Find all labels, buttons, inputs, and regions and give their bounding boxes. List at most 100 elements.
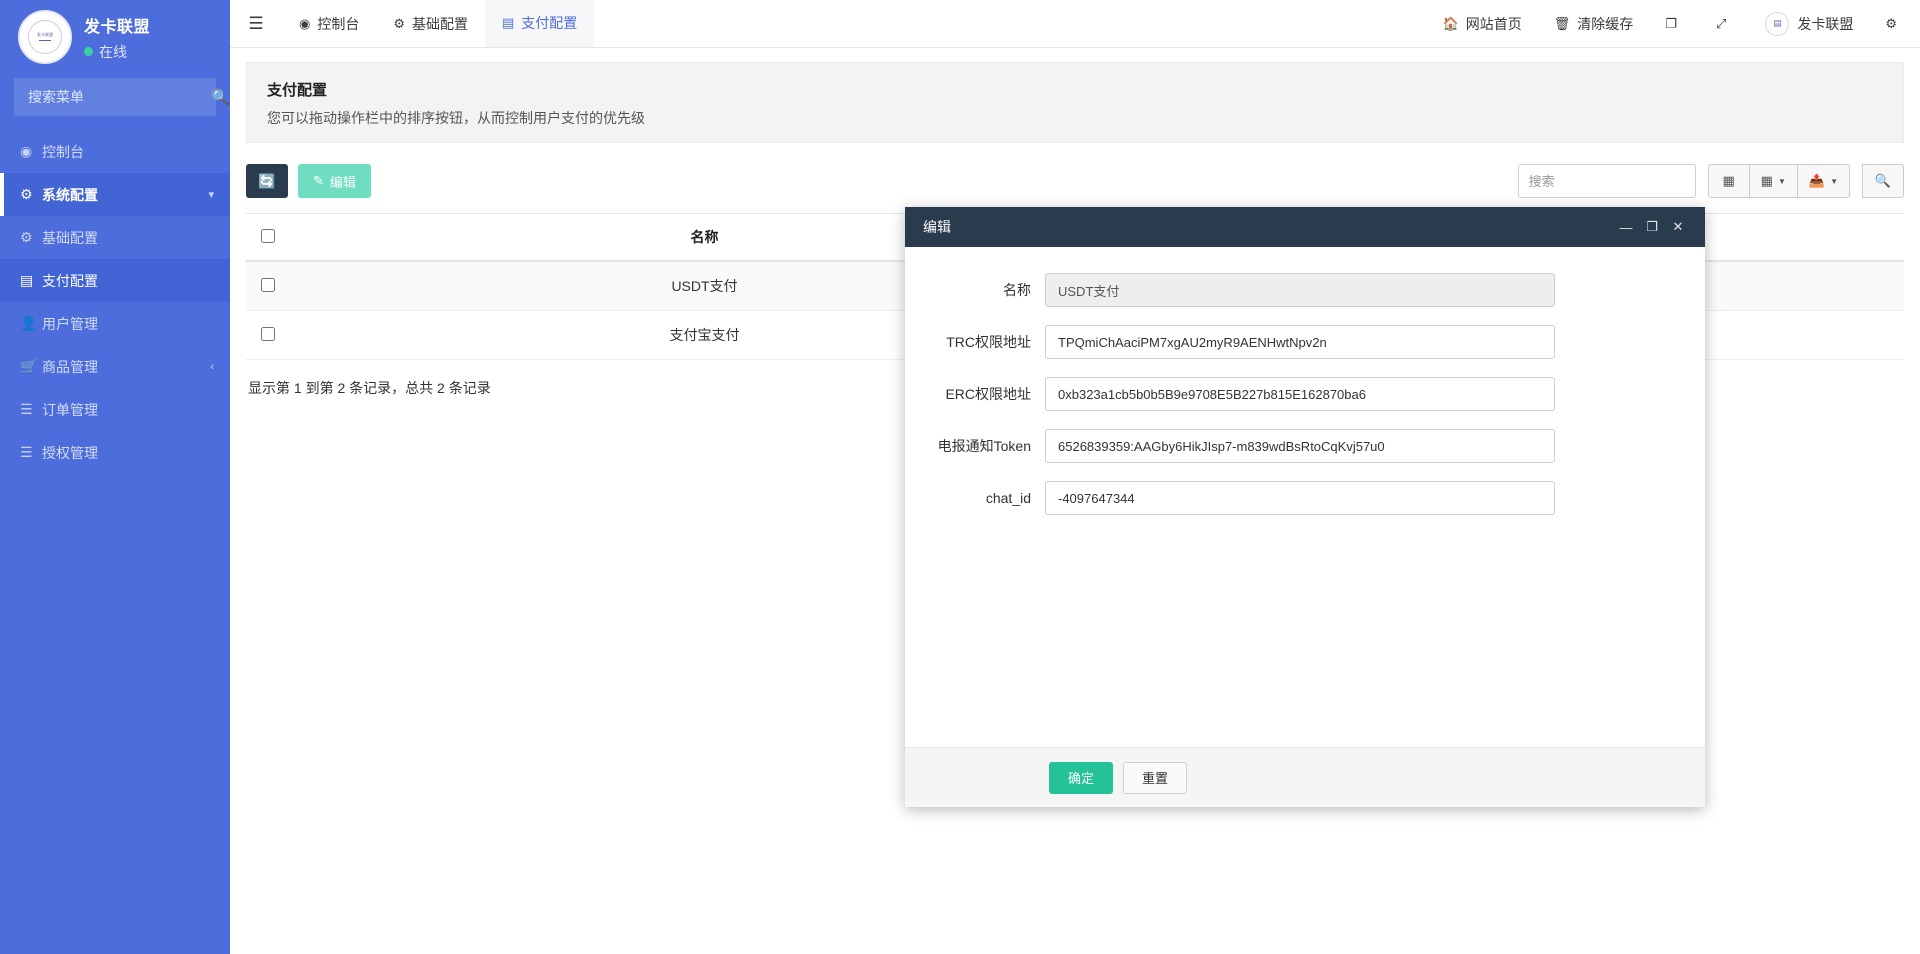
hamburger-icon[interactable]: ☰: [230, 0, 282, 47]
sidebar-item-label: 商品管理: [42, 358, 98, 375]
menu-search-input[interactable]: [26, 88, 211, 106]
tab-label: 支付配置: [521, 14, 578, 31]
form-label: chat_id: [985, 490, 1031, 506]
form-label: 名称: [1003, 282, 1031, 298]
close-icon[interactable]: ✕: [1665, 219, 1691, 235]
app-root: 发卡联盟 发卡联盟 在线 🔍 ◉ 控制台 ⚙ 系统配置 ▾ ⚙ 基础配置 ▤ 支付配置 👤用户管理…: [0, 0, 1920, 954]
chevron-down-icon: ▾: [208, 189, 214, 201]
topbar-action-4[interactable]: ▤ 发卡联盟: [1749, 0, 1869, 47]
page-subtitle: 您可以拖动操作栏中的排序按钮，从而控制用户支付的优先级: [267, 110, 645, 126]
dialog-titlebar[interactable]: 编辑 — ❐ ✕: [905, 207, 1705, 247]
pencil-icon: ✎: [313, 173, 324, 188]
payment-icon: ▤: [502, 14, 515, 30]
refresh-button[interactable]: 🔄: [246, 164, 288, 198]
sidebar-item-label: 订单管理: [42, 401, 98, 418]
dashboard-icon: ◉: [299, 15, 311, 31]
minimize-icon[interactable]: —: [1613, 220, 1639, 235]
edit-dialog: 编辑 — ❐ ✕ 名称 TRC权限地址 ERC权限地址电报通知Token chat_i…: [905, 207, 1705, 807]
topbar-action-3[interactable]: ⤢: [1700, 0, 1749, 47]
dialog-body: 名称 TRC权限地址 ERC权限地址电报通知Token chat_id: [905, 247, 1705, 747]
topbar-action-label: 清除缓存: [1577, 15, 1634, 32]
row-checkbox[interactable]: [261, 326, 275, 341]
topbar-action-label: 网站首页: [1465, 15, 1522, 32]
trash-icon: 🗑: [1553, 15, 1571, 31]
sidebar-item-6[interactable]: ☰ 订单管理: [0, 388, 230, 431]
search-icon: 🔍: [1874, 173, 1892, 188]
sidebar-item-7[interactable]: ☰ 授权管理: [0, 431, 230, 474]
user-icon: 👤: [20, 315, 38, 331]
sidebar-item-4[interactable]: 👤 用户管理: [0, 302, 230, 345]
topbar-action-1[interactable]: 🗑 清除缓存: [1538, 0, 1650, 47]
select-all-header: [246, 213, 290, 262]
search-icon: 🔍: [211, 89, 230, 106]
payment-icon: ▤: [20, 272, 34, 288]
sidebar-item-label: 用户管理: [42, 315, 98, 332]
tab-label: 控制台: [317, 15, 360, 32]
tab-1[interactable]: ⚙ 基础配置: [376, 0, 485, 47]
sidebar-item-0[interactable]: ◉ 控制台: [0, 130, 230, 173]
brand-logo-icon: 发卡联盟: [18, 10, 72, 64]
brand-logo-text: 发卡联盟: [37, 32, 53, 38]
gear-icon: ⚙: [20, 229, 33, 245]
select-all-checkbox[interactable]: [261, 228, 275, 243]
confirm-button[interactable]: 确定: [1049, 761, 1114, 794]
topbar-action-2[interactable]: ❐: [1649, 0, 1700, 47]
table-toolbar: 🔄 ✎ 编辑 ▦ ▦▼: [246, 161, 1904, 201]
sidebar-item-3[interactable]: ▤ 支付配置: [0, 259, 230, 302]
sidebar-item-label: 控制台: [42, 143, 84, 160]
export-icon: 📤: [1808, 173, 1826, 188]
field-1-input[interactable]: [1045, 325, 1555, 359]
brand: 发卡联盟 发卡联盟 在线: [0, 0, 230, 72]
form-label: 电报通知Token: [937, 438, 1031, 454]
topbar-action-label: 发卡联盟: [1797, 15, 1854, 32]
field-0-input: [1045, 273, 1555, 307]
topbar-action-0[interactable]: 🏠 网站首页: [1427, 0, 1538, 47]
export-icon-button[interactable]: 📤 ▼: [1796, 164, 1850, 198]
edit-button-label: 编辑: [329, 174, 356, 190]
row-select-cell: [246, 261, 290, 311]
sidebar-item-2[interactable]: ⚙ 基础配置: [0, 216, 230, 259]
toolbar-right: ▦ ▦▼ 📤▼ 🔍: [1517, 164, 1904, 198]
search-input[interactable]: [1517, 164, 1696, 198]
gear-icon: ⚙: [20, 186, 33, 202]
row-checkbox[interactable]: [261, 277, 275, 292]
columns-icon: ▦: [1722, 173, 1735, 188]
form-label: TRC权限地址: [946, 334, 1031, 350]
tab-2[interactable]: ▤ 支付配置: [485, 0, 595, 47]
edit-button[interactable]: ✎ 编辑: [298, 164, 371, 198]
dialog-title: 编辑: [923, 219, 951, 235]
field-2-input[interactable]: [1045, 377, 1555, 411]
tab-label: 基础配置: [412, 15, 468, 32]
maximize-icon[interactable]: ❐: [1639, 219, 1665, 235]
form-row: 电报通知Token: [915, 429, 1675, 463]
sidebar: 发卡联盟 发卡联盟 在线 🔍 ◉ 控制台 ⚙ 系统配置 ▾ ⚙ 基础配置 ▤ 支付配置 👤用户管理…: [0, 0, 230, 954]
chevron-down-icon: ▼: [1777, 176, 1786, 186]
grid-icon-button[interactable]: ▦ ▼: [1748, 164, 1798, 198]
dialog-footer: 确定 重置: [905, 747, 1705, 807]
brand-name: 发卡联盟: [84, 18, 151, 36]
columns-icon-button[interactable]: ▦: [1707, 164, 1750, 198]
refresh-icon: 🔄: [258, 172, 276, 189]
list-icon: ☰: [20, 401, 33, 417]
list-icon: ☰: [20, 444, 33, 460]
gear-icon: ⚙: [393, 15, 405, 31]
sidebar-item-label: 系统配置: [42, 186, 98, 203]
topbar-action-5[interactable]: ⚙: [1869, 0, 1920, 47]
sidebar-item-1[interactable]: ⚙ 系统配置 ▾: [0, 173, 230, 216]
avatar: ▤: [1765, 11, 1790, 36]
field-4-input[interactable]: [1045, 481, 1555, 515]
field-3-input[interactable]: [1045, 429, 1555, 463]
reset-button[interactable]: 重置: [1123, 761, 1188, 794]
search-button[interactable]: 🔍: [1862, 164, 1904, 198]
tab-0[interactable]: ◉ 控制台: [282, 0, 376, 47]
top-tabs: ◉ 控制台 ⚙ 基础配置 ▤ 支付配置: [282, 0, 595, 47]
cart-icon: 🛒: [20, 358, 38, 374]
page-header: 支付配置 您可以拖动操作栏中的排序按钮，从而控制用户支付的优先级: [246, 62, 1904, 143]
table-view-button-group: ▦ ▦ ▼ 📤 ▼: [1707, 164, 1850, 198]
sidebar-item-5[interactable]: 🛒 商品管理 ‹: [0, 345, 230, 388]
brand-status: 在线: [84, 42, 150, 62]
sidebar-item-label: 基础配置: [42, 229, 98, 246]
form-row: TRC权限地址: [915, 325, 1675, 359]
sidebar-nav: ◉ 控制台 ⚙ 系统配置 ▾ ⚙ 基础配置 ▤ 支付配置 👤 用户管理 🛒 商品管理 ‹ ☰ 订单管理 ☰ 授权管…: [0, 130, 230, 474]
menu-search[interactable]: 🔍: [14, 78, 230, 116]
